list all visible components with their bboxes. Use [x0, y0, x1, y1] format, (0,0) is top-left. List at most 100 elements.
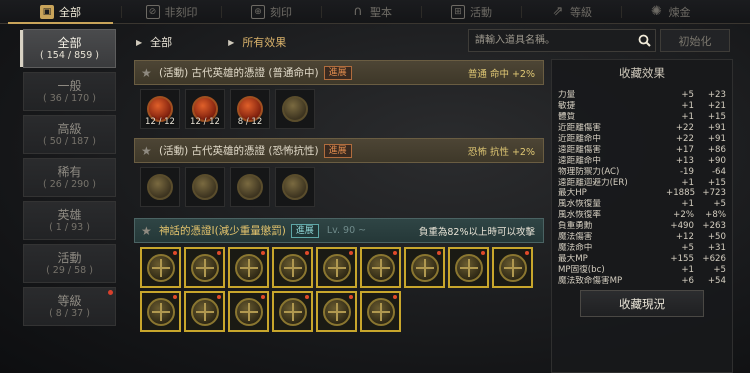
- tab-level[interactable]: ⇗ 等級: [522, 0, 621, 24]
- category-tab-bar: ▣ 全部 ⊘ 非刻印 ⊕ 刻印 ∩ 聖本 ⊞ 活動 ⇗ 等級 ✺ 煉金: [0, 0, 750, 24]
- stat-row: 風水恢復率 +2% +8%: [558, 210, 726, 221]
- stat-value-max: +626: [702, 254, 726, 265]
- stat-name: 體質: [558, 111, 576, 122]
- stat-value-current: +2%: [673, 210, 694, 221]
- grade-sidebar: 全部 ( 154 / 859 ) 一般 ( 36 / 170 ) 高級 ( 50…: [20, 29, 116, 330]
- tab-non-stamp[interactable]: ⊘ 非刻印: [122, 0, 221, 24]
- collection-group-header[interactable]: ★ (活動) 古代英雄的憑證 (普通命中) 進展 普通 命中 +2%: [134, 60, 544, 85]
- item-slot[interactable]: [360, 247, 401, 288]
- stat-value-current: +1: [681, 111, 694, 122]
- group-title: (活動) 古代英雄的憑證 (恐怖抗性): [159, 145, 319, 157]
- item-slot[interactable]: 12 / 12: [185, 89, 225, 129]
- sidebar-item-label: 稀有: [57, 164, 82, 179]
- stat-list[interactable]: 力量 +5 +23 敏捷 +1 +21 體質 +1 +15 近距離傷害 +22 +91 近距離命中 +22…: [558, 90, 726, 287]
- stat-value-current: +13: [675, 155, 694, 166]
- search-input[interactable]: [469, 30, 633, 51]
- tab-stamp[interactable]: ⊕ 刻印: [222, 0, 321, 24]
- item-slot[interactable]: [228, 291, 269, 332]
- tab-label: 煉金: [668, 5, 691, 19]
- tab-label: 刻印: [270, 5, 292, 19]
- tab-event[interactable]: ⊞ 活動: [422, 0, 521, 24]
- star-icon[interactable]: ★: [141, 144, 153, 158]
- search-icon[interactable]: [633, 30, 655, 51]
- item-slot[interactable]: [230, 167, 270, 207]
- alert-dot: [349, 251, 353, 255]
- stat-name: 遠距離命中: [558, 155, 601, 166]
- item-slot[interactable]: [448, 247, 489, 288]
- sidebar-item-hero[interactable]: 英雄 ( 1 / 93 ): [23, 201, 116, 240]
- collection-group-header[interactable]: ★ (活動) 古代英雄的憑證 (恐怖抗性) 進展 恐怖 抗性 +2%: [134, 138, 544, 163]
- sidebar-item-event[interactable]: 活動 ( 29 / 58 ): [23, 244, 116, 283]
- item-slot[interactable]: [184, 247, 225, 288]
- stat-value-max: +90: [707, 155, 726, 166]
- sidebar-item-rare[interactable]: 稀有 ( 26 / 290 ): [23, 158, 116, 197]
- item-slot[interactable]: [140, 247, 181, 288]
- stat-value-max: +50: [707, 232, 726, 243]
- item-slot[interactable]: [492, 247, 533, 288]
- item-slot[interactable]: [228, 247, 269, 288]
- item-slot[interactable]: [404, 247, 445, 288]
- sidebar-item-normal[interactable]: 一般 ( 36 / 170 ): [23, 72, 116, 111]
- tab-label: 非刻印: [164, 5, 198, 19]
- token-icon: [282, 174, 308, 200]
- stat-value-max: +86: [707, 144, 726, 155]
- alert-dot: [261, 295, 265, 299]
- item-slot[interactable]: 8 / 12: [230, 89, 270, 129]
- tab-holy-book[interactable]: ∩ 聖本: [322, 0, 421, 24]
- alert-dot: [393, 295, 397, 299]
- star-icon[interactable]: ★: [141, 66, 153, 80]
- tab-all[interactable]: ▣ 全部: [0, 0, 121, 24]
- stat-value-current: +1885: [666, 188, 696, 199]
- play-arrow-icon: ▶: [136, 37, 143, 47]
- collection-group-header[interactable]: ★ 神話的憑證I(減少重量懲罰) 進展 Lv. 90 ~ 負重為82%以上時可以…: [134, 218, 544, 243]
- item-slot[interactable]: [272, 291, 313, 332]
- stat-name: 風水恢復率: [558, 210, 601, 221]
- alert-dot: [305, 251, 309, 255]
- stat-value-current: +1: [681, 177, 694, 188]
- progress-badge: 進展: [323, 143, 352, 158]
- stat-value-current: +17: [675, 144, 694, 155]
- item-slot[interactable]: [272, 247, 313, 288]
- stat-value-current: +1: [681, 265, 694, 275]
- sidebar-item-count: ( 29 / 58 ): [46, 264, 93, 276]
- alert-dot: [108, 290, 113, 295]
- sidebar-item-all[interactable]: 全部 ( 154 / 859 ): [20, 29, 116, 68]
- item-slot[interactable]: [185, 167, 225, 207]
- stat-row: 最大HP +1885 +723: [558, 188, 726, 199]
- stat-name: 遠距離傷害: [558, 144, 601, 155]
- sidebar-item-advanced[interactable]: 高級 ( 50 / 187 ): [23, 115, 116, 154]
- sidebar-item-level[interactable]: 等級 ( 8 / 37 ): [23, 287, 116, 326]
- item-slot[interactable]: [316, 247, 357, 288]
- breadcrumb: ▶ 全部 ▶ 所有效果: [136, 34, 286, 50]
- item-slot[interactable]: [140, 167, 180, 207]
- item-slot[interactable]: 12 / 12: [140, 89, 180, 129]
- alchemy-icon: ✺: [651, 4, 662, 19]
- item-slot[interactable]: [316, 291, 357, 332]
- item-slot[interactable]: [184, 291, 225, 332]
- group-effect: 普通 命中 +2%: [467, 68, 535, 80]
- group-effect: 負重為82%以上時可以攻擊: [418, 226, 535, 238]
- stat-name: 魔法傷害: [558, 232, 593, 243]
- item-slot[interactable]: [360, 291, 401, 332]
- item-slot[interactable]: [275, 167, 315, 207]
- stamp-off-icon: ⊘: [145, 4, 160, 19]
- item-slot[interactable]: [140, 291, 181, 332]
- breadcrumb-second[interactable]: 所有效果: [242, 34, 286, 50]
- token-icon: [192, 174, 218, 200]
- token-icon: [147, 174, 173, 200]
- reset-button[interactable]: 初始化: [660, 29, 730, 52]
- star-icon[interactable]: ★: [141, 224, 153, 238]
- token-icon: [282, 96, 308, 122]
- stat-row: 負重勇勳 +490 +263: [558, 221, 726, 232]
- stat-name: 最大MP: [558, 254, 588, 265]
- alert-dot: [217, 251, 221, 255]
- stat-row: MP固復(bc) +1 +5: [558, 265, 726, 276]
- stat-row: 魔法命中 +5 +31: [558, 243, 726, 254]
- collection-status-button[interactable]: 收藏現況: [580, 290, 704, 317]
- alert-dot: [393, 251, 397, 255]
- sidebar-item-label: 等級: [57, 293, 82, 308]
- item-slot[interactable]: [275, 89, 315, 129]
- tab-alchemy[interactable]: ✺ 煉金: [622, 0, 718, 24]
- breadcrumb-first[interactable]: 全部: [150, 34, 172, 50]
- tab-label: 等級: [570, 5, 592, 19]
